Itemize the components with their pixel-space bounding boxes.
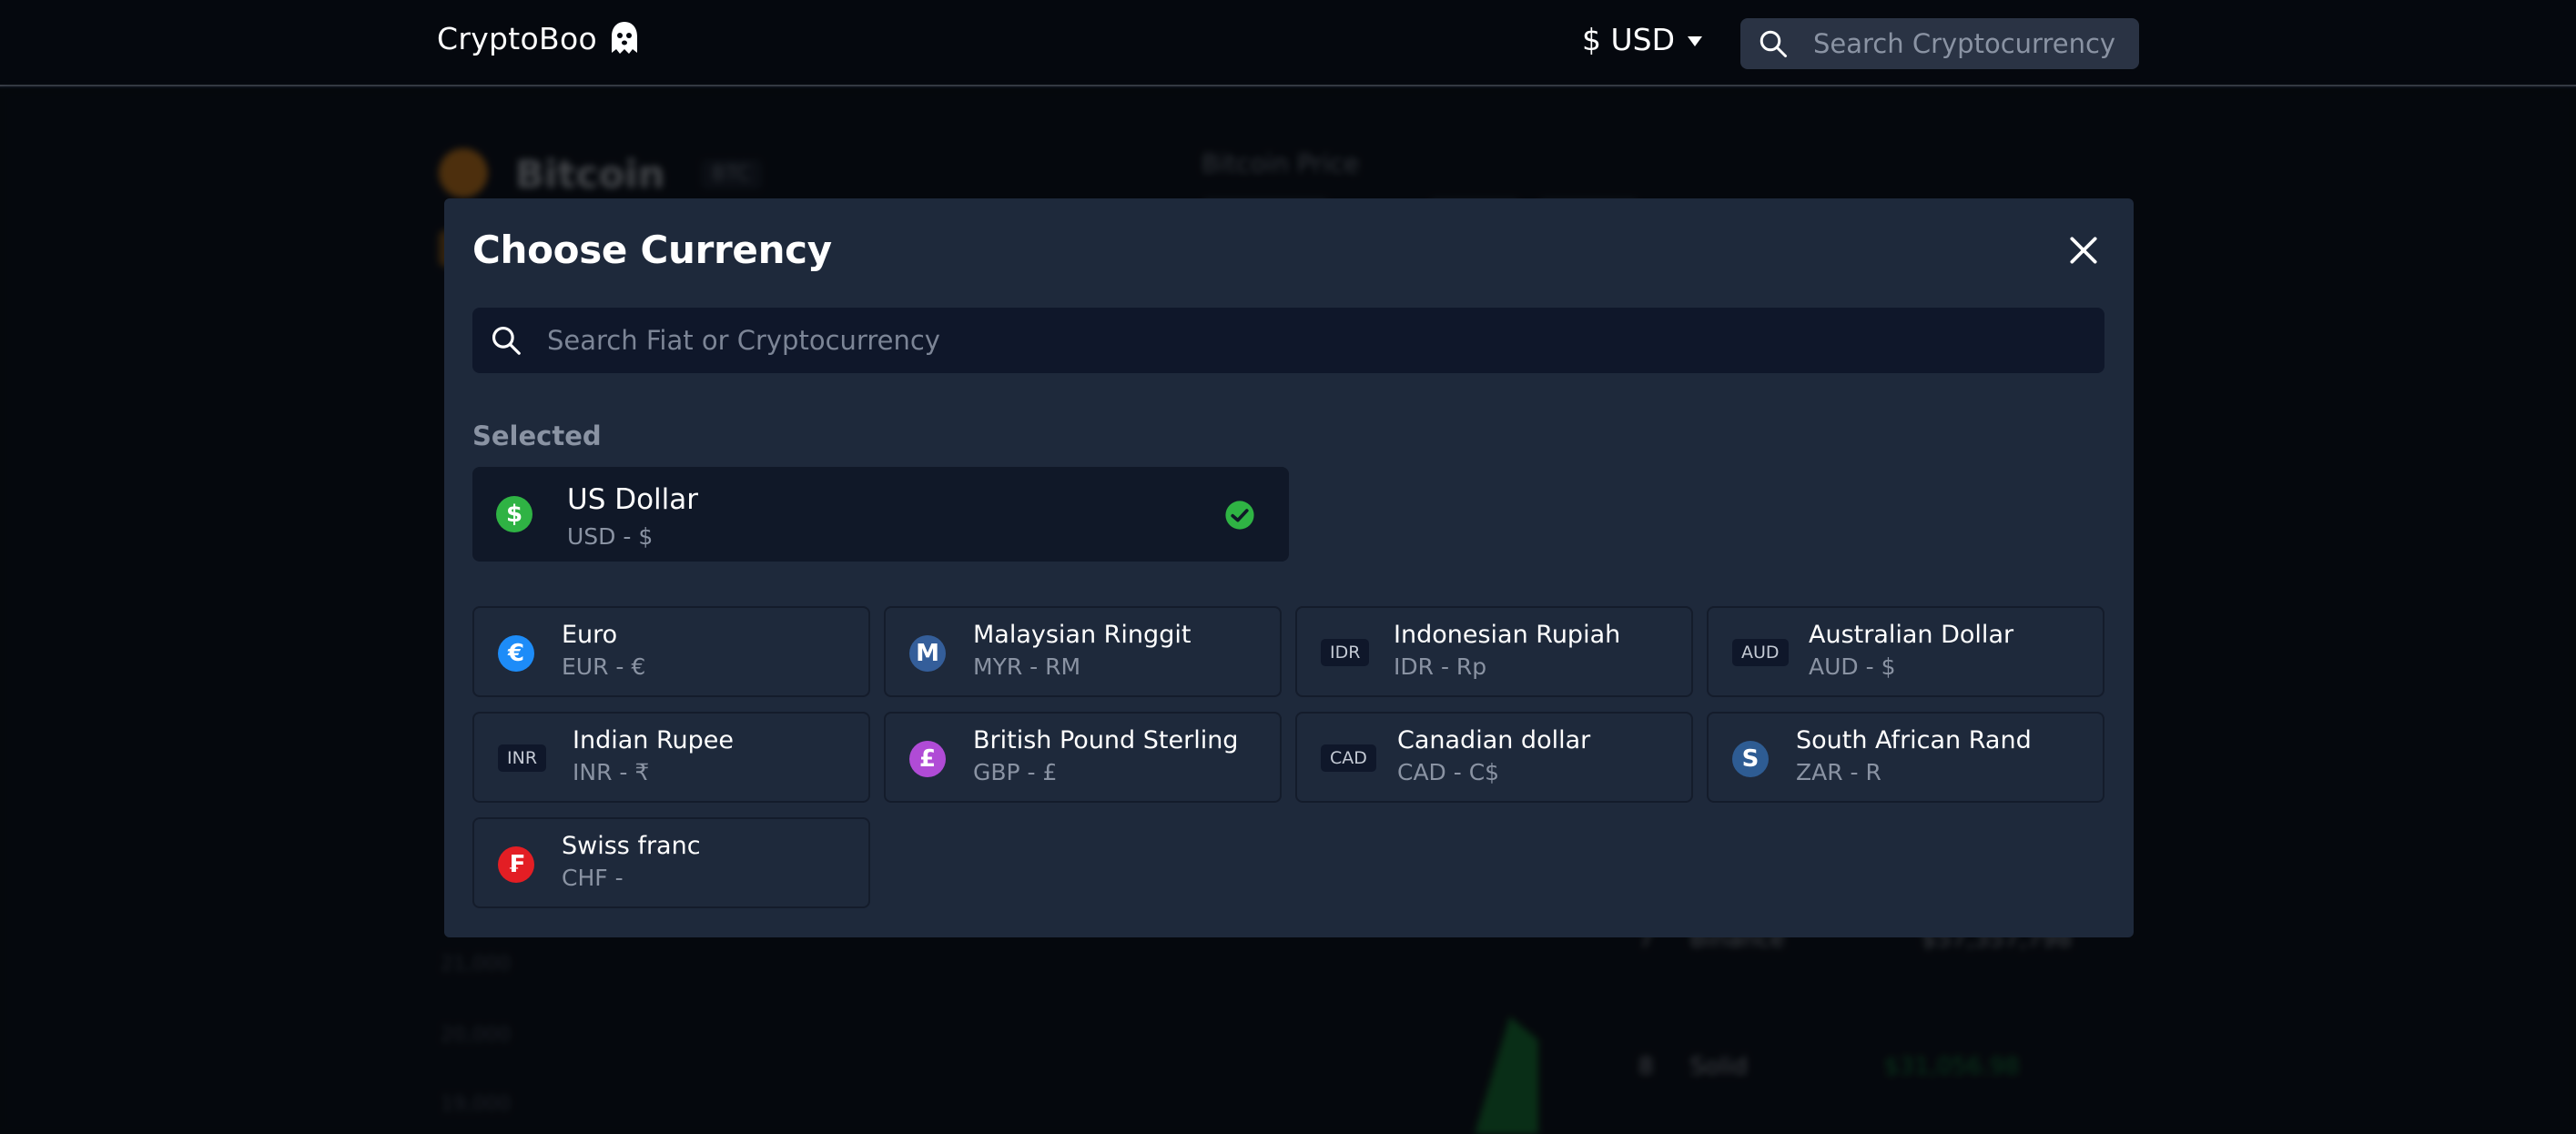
currency-option-aud[interactable]: AUD Australian Dollar AUD - $ [1707,606,2104,697]
currency-option-chf[interactable]: ₣ Swiss franc CHF - [472,817,870,908]
inr-tag-icon: INR [498,744,547,772]
ghost-icon [611,22,637,54]
dollar-icon: $ [496,496,532,532]
aud-tag-icon: AUD [1732,639,1789,666]
selected-currency-code: USD - $ [567,523,654,550]
idr-tag-icon: IDR [1321,639,1370,666]
currency-name: Malaysian Ringgit [973,621,1192,649]
selected-section-label: Selected [472,420,602,451]
crypto-search-box[interactable] [1740,18,2139,69]
currency-name: Canadian dollar [1397,726,1591,754]
currency-name: Euro [562,621,618,649]
ringgit-icon: M [909,635,946,672]
currency-code: IDR - Rp [1394,653,1487,680]
currency-code: AUD - $ [1809,653,1896,680]
search-icon [492,326,521,355]
currency-name: Australian Dollar [1809,621,2014,649]
currency-code: CHF - [562,865,624,891]
currency-name: Indian Rupee [573,726,734,754]
currency-name: Indonesian Rupiah [1394,621,1621,649]
cad-tag-icon: CAD [1321,744,1376,772]
brand-name: CryptoBoo [437,20,597,56]
currency-dropdown[interactable]: $ USD [1582,22,1703,57]
check-circle-icon [1225,501,1254,530]
selected-currency-card[interactable]: $ US Dollar USD - $ [472,467,1289,562]
crypto-search-input[interactable] [1811,27,2130,60]
rand-icon: S [1732,741,1769,777]
top-navbar: CryptoBoo $ USD [0,0,2576,86]
currency-code: ZAR - R [1796,759,1881,785]
choose-currency-modal: Choose Currency Selected $ US Dollar USD… [444,198,2134,937]
currency-label: $ USD [1582,22,1676,57]
close-icon[interactable] [2066,233,2101,268]
euro-icon: € [498,635,534,672]
modal-title: Choose Currency [472,228,832,272]
currency-code: GBP - £ [973,759,1058,785]
currency-code: CAD - C$ [1397,759,1500,785]
selected-currency-name: US Dollar [567,483,699,516]
currency-option-myr[interactable]: M Malaysian Ringgit MYR - RM [884,606,1282,697]
franc-icon: ₣ [498,846,534,883]
currency-search-box[interactable] [472,308,2104,373]
currency-option-eur[interactable]: € Euro EUR - € [472,606,870,697]
currency-code: EUR - € [562,653,646,680]
pound-icon: £ [909,741,946,777]
search-icon [1760,30,1787,57]
currency-name: British Pound Sterling [973,726,1239,754]
currency-search-input[interactable] [545,324,2047,357]
caret-down-icon [1688,36,1703,46]
currency-name: Swiss franc [562,832,701,860]
currency-option-inr[interactable]: INR Indian Rupee INR - ₹ [472,712,870,803]
currency-code: MYR - RM [973,653,1081,680]
currency-code: INR - ₹ [573,759,650,785]
currency-option-idr[interactable]: IDR Indonesian Rupiah IDR - Rp [1295,606,1693,697]
currency-name: South African Rand [1796,726,2032,754]
brand-logo[interactable]: CryptoBoo [437,20,641,56]
currency-option-gbp[interactable]: £ British Pound Sterling GBP - £ [884,712,1282,803]
currency-option-cad[interactable]: CAD Canadian dollar CAD - C$ [1295,712,1693,803]
currency-option-zar[interactable]: S South African Rand ZAR - R [1707,712,2104,803]
